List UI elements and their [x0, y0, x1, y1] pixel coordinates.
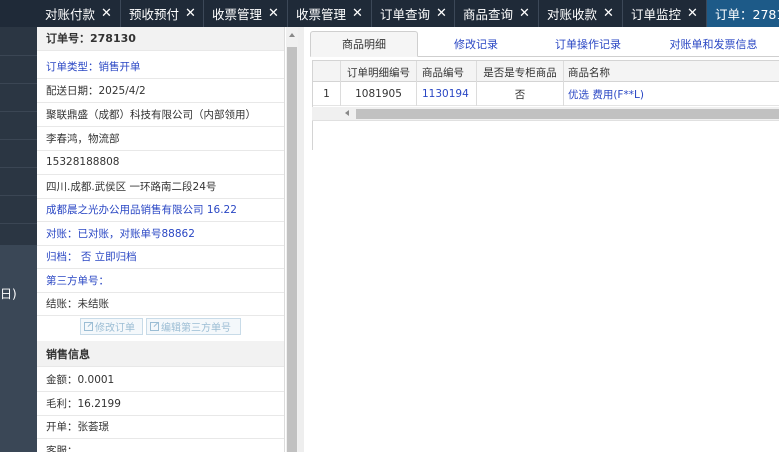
edit-third-party-label: 编辑第三方单号 — [161, 323, 231, 334]
tab-reconcile-receive[interactable]: 对账收款 ✕ — [539, 0, 623, 27]
close-icon[interactable]: ✕ — [436, 6, 447, 21]
sidebar-divider — [0, 83, 37, 84]
detail-panel: 商品明细 修改记录 订单操作记录 对账单和发票信息 订单明细编号 商品编号 是否… — [304, 27, 779, 452]
issuer: 开单：张荟璟 — [37, 415, 284, 439]
header-is-counter[interactable]: 是否是专柜商品 — [477, 61, 564, 83]
cell-product-name-link[interactable]: 优选 费用(F**L) — [564, 82, 779, 106]
close-icon[interactable]: ✕ — [185, 6, 196, 21]
header-detail-no[interactable]: 订单明细编号 — [341, 61, 417, 83]
reconcile-status[interactable]: 对账：已对账，对账单号88862 — [37, 222, 284, 246]
tab-prepay[interactable]: 预收预付 ✕ — [121, 0, 204, 27]
customer-service: 客服： — [37, 439, 284, 452]
tab-invoice-1[interactable]: 收票管理 ✕ — [204, 0, 288, 27]
left-panel-scrollbar[interactable] — [286, 27, 298, 452]
phone-number: 15328188808 — [37, 151, 284, 175]
sidebar-divider — [0, 195, 37, 196]
address: 四川.成都.武侯区 一环路南二段24号 — [37, 175, 284, 199]
settle-status: 结账：未结账 — [37, 292, 284, 316]
close-icon[interactable]: ✕ — [687, 6, 698, 21]
tab-order-detail[interactable]: 订单：2781 — [707, 0, 779, 27]
edit-third-party-button[interactable]: 编辑第三方单号 — [146, 318, 241, 335]
archive-status[interactable]: 归档： 否 立即归档 — [37, 245, 284, 269]
product-grid: 订单明细编号 商品编号 是否是专柜商品 商品名称 1 1081905 11301… — [312, 60, 779, 150]
sidebar-divider — [0, 223, 37, 224]
edit-order-label: 修改订单 — [95, 323, 135, 334]
grid-header: 订单明细编号 商品编号 是否是专柜商品 商品名称 — [313, 60, 779, 83]
close-icon[interactable]: ✕ — [352, 6, 363, 21]
cell-product-no-link[interactable]: 1130194 — [417, 82, 477, 106]
supplier-link[interactable]: 成都晨之光办公用品销售有限公司 16.22 — [37, 198, 284, 222]
top-tab-bar: 对账付款 ✕ 预收预付 ✕ 收票管理 ✕ 收票管理 ✕ 订单查询 ✕ 商品查询 … — [0, 0, 779, 27]
delivery-date: 配送日期：2025/4/2 — [37, 79, 284, 103]
sidebar: 日) — [0, 27, 37, 452]
sidebar-divider — [0, 167, 37, 168]
scrollbar-thumb[interactable] — [287, 47, 297, 452]
tab-order-monitor[interactable]: 订单监控 ✕ — [623, 0, 707, 27]
tab-label: 订单查询 — [380, 7, 431, 22]
tab-order-query[interactable]: 订单查询 ✕ — [372, 0, 455, 27]
row-index: 1 — [313, 82, 341, 106]
order-type: 订单类型：销售开单 — [37, 55, 284, 79]
table-row[interactable]: 1 1081905 1130194 否 优选 费用(F**L) — [313, 82, 779, 106]
tab-reconcile-invoice[interactable]: 对账单和发票信息 — [648, 31, 779, 57]
scroll-left-arrow-icon[interactable] — [345, 110, 349, 116]
sidebar-fragment-text: 日) — [0, 287, 17, 301]
close-icon[interactable]: ✕ — [603, 6, 614, 21]
tab-label: 对账收款 — [547, 7, 598, 22]
sales-amount: 金额：0.0001 — [37, 368, 284, 392]
tab-label: 商品查询 — [463, 7, 514, 22]
sales-info-header: 销售信息 — [37, 341, 284, 367]
header-product-no[interactable]: 商品编号 — [417, 61, 477, 83]
tab-product-query[interactable]: 商品查询 ✕ — [455, 0, 539, 27]
edit-icon — [150, 322, 159, 331]
tab-operation-log[interactable]: 订单操作记录 — [540, 31, 636, 57]
tab-label: 订单监控 — [631, 7, 682, 22]
tab-invoice-2[interactable]: 收票管理 ✕ — [288, 0, 372, 27]
sidebar-active-section[interactable] — [0, 245, 37, 452]
sub-tab-bar: 商品明细 修改记录 订单操作记录 对账单和发票信息 — [304, 27, 779, 57]
sidebar-divider — [0, 55, 37, 56]
scroll-up-arrow-icon[interactable] — [289, 33, 295, 37]
sidebar-divider — [0, 139, 37, 140]
sidebar-divider — [0, 111, 37, 112]
edit-order-button[interactable]: 修改订单 — [80, 318, 143, 335]
edit-icon — [84, 322, 93, 331]
cell-detail-no: 1081905 — [341, 82, 417, 106]
order-info-panel: 订单号：278130 订单类型：销售开单 配送日期：2025/4/2 聚联鼎盛（… — [37, 27, 285, 452]
cell-is-counter: 否 — [477, 82, 564, 106]
scrollbar-thumb[interactable] — [356, 109, 779, 119]
contact-person: 李春鸿，物流部 — [37, 127, 284, 151]
gross-profit: 毛利：16.2199 — [37, 392, 284, 416]
close-icon[interactable]: ✕ — [519, 6, 530, 21]
grid-horizontal-scrollbar[interactable] — [312, 107, 779, 121]
tab-label: 对账付款 — [45, 7, 96, 22]
header-index — [313, 61, 341, 83]
tab-modify-log[interactable]: 修改记录 — [428, 31, 524, 57]
action-button-row: 修改订单 编辑第三方单号 — [37, 316, 284, 337]
close-icon[interactable]: ✕ — [101, 6, 112, 21]
close-icon[interactable]: ✕ — [268, 6, 279, 21]
order-number-header: 订单号：278130 — [37, 27, 284, 51]
tab-reconcile-pay[interactable]: 对账付款 ✕ — [37, 0, 121, 27]
tab-product-detail[interactable]: 商品明细 — [310, 31, 418, 57]
third-party-number: 第三方单号： — [37, 269, 284, 293]
tab-label: 收票管理 — [296, 7, 347, 22]
tab-label: 收票管理 — [212, 7, 263, 22]
header-product-name[interactable]: 商品名称 — [564, 61, 779, 83]
tab-label: 订单：2781 — [715, 7, 779, 22]
tab-label: 预收预付 — [129, 7, 180, 22]
company-name: 聚联鼎盛（成都）科技有限公司（内部领用） — [37, 103, 284, 127]
